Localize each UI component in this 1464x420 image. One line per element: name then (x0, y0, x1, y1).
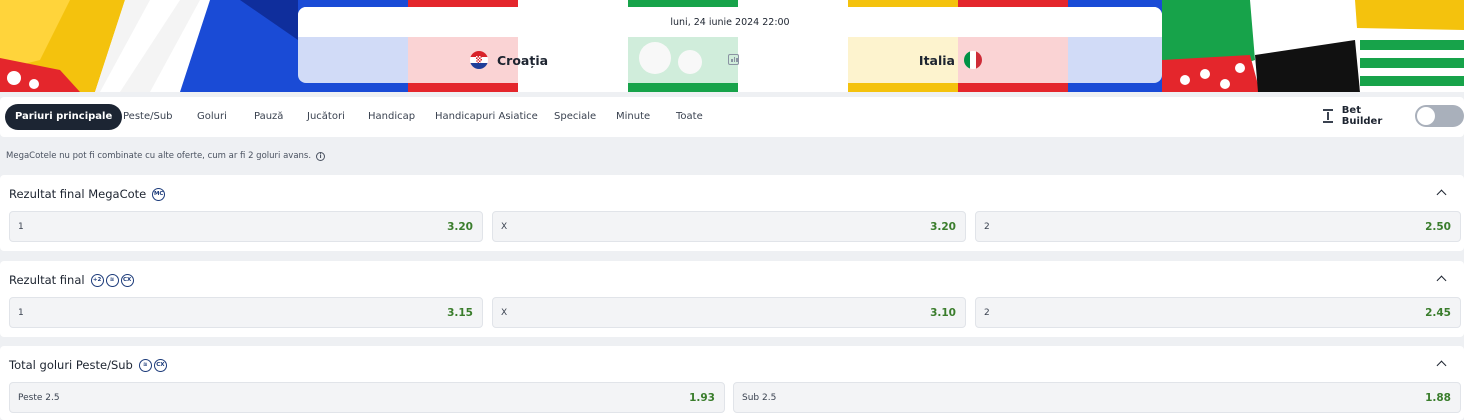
odd-value: 1.88 (1425, 392, 1451, 404)
away-team-name: Italia (918, 52, 955, 68)
tab-goluri[interactable]: Goluri (187, 104, 237, 130)
odds-row: 1 3.15 X 3.10 2 2.45 (9, 297, 1462, 328)
away-team: Italia (919, 51, 982, 69)
odd-button-1[interactable]: 1 3.20 (9, 211, 483, 242)
odd-value: 3.20 (930, 221, 956, 233)
chevron-up-icon[interactable] (1436, 189, 1447, 200)
cashout-badge-icon: CX (153, 358, 167, 372)
match-date: luni, 24 iunie 2024 22:00 (670, 17, 790, 28)
home-team: Croația (470, 51, 548, 69)
tab-pauza[interactable]: Pauză (244, 104, 293, 130)
outcome-label: Peste 2.5 (18, 393, 60, 403)
market-title-text: Total goluri Peste/Sub (9, 358, 133, 372)
market-total-goluri-peste-sub: Total goluri Peste/Sub ≋ CX Peste 2.5 1.… (0, 346, 1464, 420)
notice-text: MegaCotele nu pot fi combinate cu alte o… (6, 151, 312, 161)
bet-builder-label: Bet Builder (1341, 105, 1383, 127)
megacote-badge-icon: MC (152, 187, 166, 201)
tab-speciale[interactable]: Speciale (544, 104, 606, 130)
odd-value: 3.15 (447, 307, 473, 319)
cashout-badge-icon: CX (120, 273, 134, 287)
bet-builder: Bet Builder (1322, 105, 1464, 127)
croatia-flag-icon (470, 51, 488, 69)
market-badges: MC (152, 187, 166, 201)
odd-value: 2.50 (1425, 221, 1451, 233)
odd-button-x[interactable]: X 3.10 (492, 297, 966, 328)
odd-button-sub[interactable]: Sub 2.5 1.88 (733, 382, 1461, 413)
outcome-label: X (501, 222, 508, 232)
market-title-text: Rezultat final MegaCote (9, 187, 147, 201)
tab-handicapuri-asiatice[interactable]: Handicapuri Asiatice (425, 104, 548, 130)
wave-badge-icon: ≋ (138, 358, 152, 372)
italy-flag-icon (964, 51, 982, 69)
odd-button-2[interactable]: 2 2.45 (975, 297, 1461, 328)
outcome-label: 1 (18, 308, 24, 318)
two-goals-ahead-badge-icon: +2 (90, 273, 104, 287)
market-rezultat-final-megacote: Rezultat final MegaCote MC 1 3.20 X 3.20… (0, 175, 1464, 251)
odd-button-1[interactable]: 1 3.15 (9, 297, 483, 328)
megacote-notice: MegaCotele nu pot fi combinate cu alte o… (6, 151, 326, 161)
odd-value: 1.93 (689, 392, 715, 404)
odd-button-2[interactable]: 2 2.50 (975, 211, 1461, 242)
market-title: Rezultat final +2 ≋ CX (9, 273, 134, 287)
tab-toate[interactable]: Toate (666, 104, 713, 130)
home-team-name: Croația (497, 52, 549, 68)
market-title: Rezultat final MegaCote MC (9, 187, 166, 201)
chevron-up-icon[interactable] (1436, 275, 1447, 286)
odd-value: 2.45 (1425, 307, 1451, 319)
odd-value: 3.20 (447, 221, 473, 233)
bet-builder-toggle[interactable] (1414, 105, 1464, 127)
outcome-label: Sub 2.5 (742, 393, 777, 403)
match-banner: luni, 24 iunie 2024 22:00 Croația Italia (0, 0, 1464, 92)
tab-jucatori[interactable]: Jucători (297, 104, 355, 130)
market-rezultat-final: Rezultat final +2 ≋ CX 1 3.15 X 3.10 2 2… (0, 261, 1464, 337)
tab-minute[interactable]: Minute (606, 104, 660, 130)
wave-badge-icon: ≋ (105, 273, 119, 287)
odd-value: 3.10 (930, 307, 956, 319)
tab-pariuri-principale[interactable]: Pariuri principale (5, 104, 123, 130)
odds-row: Peste 2.5 1.93 Sub 2.5 1.88 (9, 382, 1462, 413)
market-badges: +2 ≋ CX (90, 273, 134, 287)
chevron-up-icon[interactable] (1436, 360, 1447, 371)
expand-icon (1322, 109, 1334, 123)
tab-peste-sub[interactable]: Peste/Sub (113, 104, 183, 130)
outcome-label: 1 (18, 222, 24, 232)
outcome-label: 2 (984, 308, 990, 318)
outcome-label: X (501, 308, 508, 318)
odds-row: 1 3.20 X 3.20 2 2.50 (9, 211, 1462, 242)
market-title: Total goluri Peste/Sub ≋ CX (9, 358, 167, 372)
info-icon[interactable]: i (316, 151, 326, 161)
statistics-icon[interactable] (728, 54, 739, 65)
odd-button-peste[interactable]: Peste 2.5 1.93 (9, 382, 725, 413)
odd-button-x[interactable]: X 3.20 (492, 211, 966, 242)
outcome-label: 2 (984, 222, 990, 232)
market-title-text: Rezultat final (9, 273, 85, 287)
tab-handicap[interactable]: Handicap (358, 104, 425, 130)
market-tabs-bar: Pariuri principale Peste/Sub Goluri Pauz… (0, 97, 1464, 137)
match-card: luni, 24 iunie 2024 22:00 Croația Italia (298, 7, 1162, 83)
market-badges: ≋ CX (138, 358, 167, 372)
